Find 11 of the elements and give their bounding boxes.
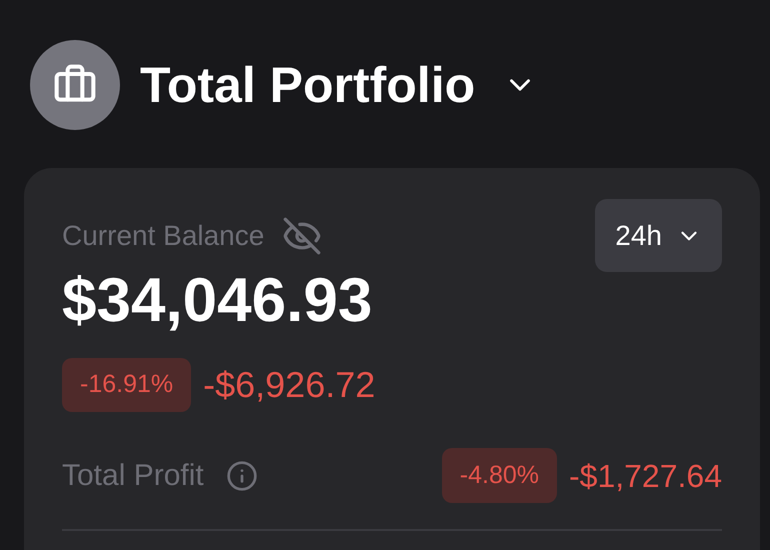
eye-off-icon[interactable]: [282, 216, 322, 256]
percent-badge: -4.80%: [442, 448, 557, 503]
percent-badge: -16.91%: [62, 358, 192, 412]
info-icon[interactable]: [226, 460, 258, 492]
portfolio-selector[interactable]: Total Portfolio: [140, 48, 538, 122]
balance-label: Current Balance: [62, 219, 264, 253]
profit-amount: -$1,727.64: [568, 456, 722, 496]
period-dropdown[interactable]: 24h: [595, 199, 722, 272]
balance-value: $34,046.93: [62, 270, 372, 332]
profit-label: Total Profit: [62, 458, 204, 494]
change-amount: -$6,926.72: [203, 363, 376, 407]
